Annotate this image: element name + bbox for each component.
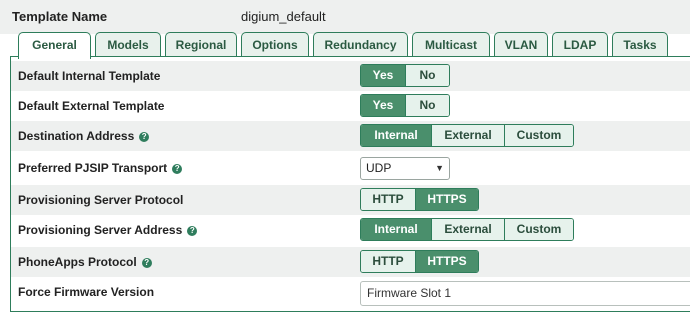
default-internal-yes-button[interactable]: Yes [361,65,406,86]
tab-vlan[interactable]: VLAN [494,32,548,57]
prov-address-external-button[interactable]: External [432,219,505,240]
tab-tasks[interactable]: Tasks [612,32,668,57]
help-circle-icon[interactable]: ? [187,226,198,236]
default-internal-toggle: Yes No [360,64,450,87]
destination-external-button[interactable]: External [432,125,505,146]
destination-address-toggle: Internal External Custom [360,124,574,147]
template-name-row: Template Name digium_default [0,0,690,34]
default-external-yes-button[interactable]: Yes [361,95,406,116]
tab-regional[interactable]: Regional [165,32,237,57]
phoneapps-https-button[interactable]: HTTPS [416,251,478,272]
phoneapps-http-button[interactable]: HTTP [361,251,416,272]
help-circle-icon[interactable]: ? [172,164,183,174]
prov-address-label-text: Provisioning Server Address [18,223,183,237]
prov-protocol-https-button[interactable]: HTTPS [416,189,478,210]
help-circle-icon[interactable]: ? [141,258,152,268]
template-name-value: digium_default [241,9,326,24]
destination-address-label-text: Destination Address [18,129,135,143]
firmware-version-input[interactable]: Firmware Slot 1 [360,281,690,306]
phoneapps-protocol-label-text: PhoneApps Protocol [18,255,137,269]
tab-multicast[interactable]: Multicast [412,32,490,57]
setting-row-pjsip-transport: Preferred PJSIP Transport? UDP ▼ [11,153,690,183]
general-settings-panel: Default Internal Template Yes No Default… [10,56,690,312]
pjsip-transport-select[interactable]: UDP ▼ [360,157,450,180]
prov-address-toggle: Internal External Custom [360,218,574,241]
pjsip-transport-label: Preferred PJSIP Transport? [18,161,183,175]
setting-row-prov-address: Provisioning Server Address? Internal Ex… [11,215,690,245]
prov-address-internal-button[interactable]: Internal [361,219,432,240]
setting-row-destination-address: Destination Address? Internal External C… [11,121,690,151]
tab-general[interactable]: General [18,32,91,59]
setting-row-phoneapps-protocol: PhoneApps Protocol? HTTP HTTPS [11,247,690,277]
destination-address-label: Destination Address? [18,129,150,143]
prov-address-label: Provisioning Server Address? [18,223,198,237]
phoneapps-protocol-label: PhoneApps Protocol? [18,255,152,269]
prov-protocol-toggle: HTTP HTTPS [360,188,479,211]
chevron-down-icon: ▼ [435,163,444,173]
default-internal-label: Default Internal Template [18,69,161,83]
template-name-label: Template Name [12,9,108,24]
prov-address-custom-button[interactable]: Custom [505,219,573,240]
default-external-toggle: Yes No [360,94,450,117]
destination-custom-button[interactable]: Custom [505,125,573,146]
default-external-label: Default External Template [18,99,165,113]
setting-row-firmware-version: Force Firmware Version Firmware Slot 1 [11,277,690,311]
tab-ldap[interactable]: LDAP [552,32,608,57]
prov-protocol-http-button[interactable]: HTTP [361,189,416,210]
setting-row-default-internal: Default Internal Template Yes No [11,61,690,91]
help-circle-icon[interactable]: ? [139,132,150,142]
tab-redundancy[interactable]: Redundancy [313,32,408,57]
tab-models[interactable]: Models [95,32,161,57]
default-external-no-button[interactable]: No [406,95,449,116]
firmware-version-label: Force Firmware Version [18,285,155,299]
destination-internal-button[interactable]: Internal [361,125,432,146]
setting-row-default-external: Default External Template Yes No [11,91,690,121]
pjsip-transport-label-text: Preferred PJSIP Transport [18,161,168,175]
setting-row-prov-protocol: Provisioning Server Protocol HTTP HTTPS [11,185,690,215]
prov-protocol-label: Provisioning Server Protocol [18,193,184,207]
tab-options[interactable]: Options [241,32,309,57]
phoneapps-protocol-toggle: HTTP HTTPS [360,250,479,273]
pjsip-transport-value: UDP [366,161,392,175]
default-internal-no-button[interactable]: No [406,65,449,86]
